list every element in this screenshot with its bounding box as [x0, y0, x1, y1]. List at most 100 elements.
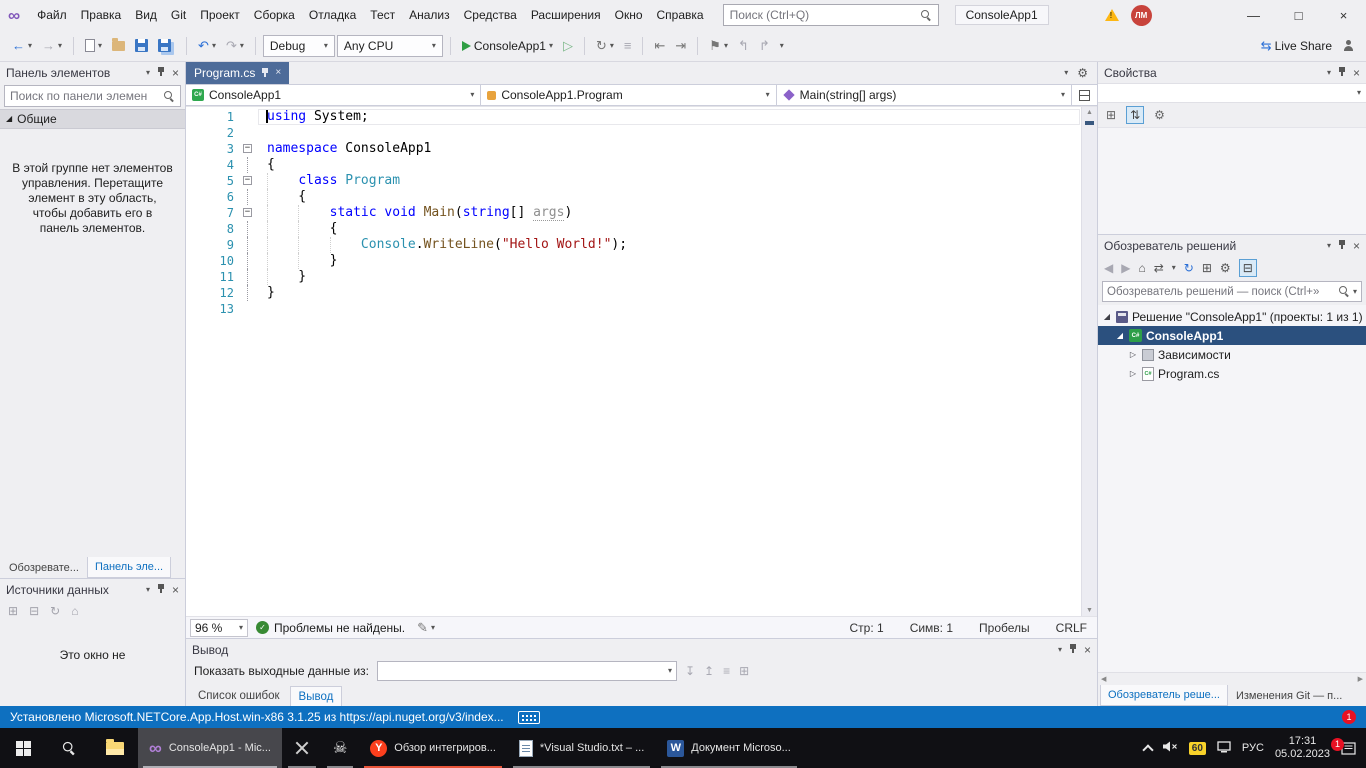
navigate-forward-button[interactable]: →▾: [38, 36, 66, 55]
line-number[interactable]: 1: [186, 109, 240, 125]
pin-icon[interactable]: [157, 67, 165, 78]
action-center-button[interactable]: 1: [1341, 742, 1356, 755]
collapse-region-icon[interactable]: −: [243, 176, 252, 185]
menu-item-8[interactable]: Анализ: [402, 5, 457, 25]
code-line-10[interactable]: 10 }: [186, 253, 1097, 269]
pin-icon[interactable]: [261, 68, 269, 79]
menu-item-3[interactable]: Git: [164, 5, 193, 25]
code-cleanup-button[interactable]: ✎ ▾: [413, 618, 439, 637]
line-number[interactable]: 6: [186, 189, 240, 205]
menu-item-9[interactable]: Средства: [457, 5, 524, 25]
volume-muted-icon[interactable]: [1163, 741, 1178, 755]
output-header[interactable]: Вывод ▾ ×: [186, 639, 1097, 660]
line-number[interactable]: 7: [186, 205, 240, 221]
line-number[interactable]: 4: [186, 157, 240, 173]
keyboard-icon[interactable]: [518, 711, 540, 724]
line-number[interactable]: 13: [186, 301, 240, 317]
indent-decrease-button[interactable]: ⇤: [650, 36, 669, 55]
new-file-button[interactable]: ▾: [81, 36, 106, 55]
line-number[interactable]: 8: [186, 221, 240, 237]
taskbar-app-swords[interactable]: [283, 728, 321, 768]
close-icon[interactable]: ×: [1084, 643, 1091, 657]
scroll-down-icon[interactable]: ▼: [1086, 607, 1093, 614]
tree-open-arrow-icon[interactable]: ◢: [1102, 313, 1112, 321]
data-sources-header[interactable]: Источники данных ▾ ×: [0, 579, 185, 600]
navigate-down-button[interactable]: ↱: [755, 36, 774, 55]
document-list-chevron-icon[interactable]: ▾: [1064, 69, 1068, 77]
menu-item-7[interactable]: Тест: [363, 5, 402, 25]
line-number[interactable]: 9: [186, 237, 240, 253]
tab-toolbox[interactable]: Панель эле...: [87, 557, 171, 578]
type-dropdown[interactable]: ConsoleApp1.Program ▾: [480, 84, 776, 106]
indent-increase-button[interactable]: ⇥: [671, 36, 690, 55]
tree-item-2[interactable]: ▷Зависимости: [1098, 345, 1366, 364]
hot-reload-button[interactable]: ↻▾: [592, 36, 618, 55]
editor-scrollbar[interactable]: ▲ ▼: [1081, 107, 1097, 616]
code-health-indicator[interactable]: ✓ Проблемы не найдены.: [256, 621, 405, 635]
properties-wrench-icon[interactable]: ⚙: [1220, 261, 1231, 275]
pin-icon[interactable]: [1338, 67, 1346, 78]
tree-closed-arrow-icon[interactable]: ▷: [1128, 351, 1138, 359]
tree-item-0[interactable]: ◢Решение "ConsoleApp1" (проекты: 1 из 1): [1098, 307, 1366, 326]
undo-button[interactable]: ↶▾: [194, 36, 220, 55]
status-eol[interactable]: CRLF: [1056, 621, 1087, 635]
taskbar-clock[interactable]: 17:31 05.02.2023: [1275, 735, 1330, 761]
taskbar-app-notepad[interactable]: *Visual Studio.txt – ...: [508, 728, 655, 768]
code-line-7[interactable]: 7− static void Main(string[] args): [186, 205, 1097, 221]
tab-solution-explorer[interactable]: Обозреватель реше...: [1100, 685, 1228, 706]
scroll-right-icon[interactable]: ▶: [1358, 675, 1363, 683]
break-all-button[interactable]: ≡: [620, 36, 636, 55]
start-button[interactable]: [0, 728, 46, 768]
scroll-up-icon[interactable]: ▲: [1086, 109, 1093, 116]
status-spaces[interactable]: Пробелы: [979, 621, 1030, 635]
categorized-icon[interactable]: ⊞: [1106, 108, 1116, 122]
notification-count-badge[interactable]: 1: [1342, 710, 1356, 724]
chevron-down-icon[interactable]: ▾: [1327, 242, 1331, 250]
open-file-button[interactable]: [108, 38, 129, 54]
network-icon[interactable]: [1217, 741, 1231, 756]
menu-item-6[interactable]: Отладка: [302, 5, 363, 25]
status-line[interactable]: Стр: 1: [850, 621, 884, 635]
menu-item-2[interactable]: Вид: [128, 5, 164, 25]
find-message-icon[interactable]: ↧: [685, 664, 695, 678]
navigate-up-button[interactable]: ↰: [734, 36, 753, 55]
toolbox-search-box[interactable]: [4, 85, 181, 107]
menu-item-10[interactable]: Расширения: [524, 5, 608, 25]
taskbar-search-button[interactable]: [46, 728, 92, 768]
collapse-region-icon[interactable]: −: [243, 144, 252, 153]
refresh-icon[interactable]: ↻: [50, 604, 60, 618]
quick-search-box[interactable]: [723, 4, 939, 26]
solution-search-input[interactable]: [1107, 286, 1336, 298]
save-button[interactable]: [131, 36, 152, 55]
menu-item-12[interactable]: Справка: [650, 5, 711, 25]
solution-explorer-header[interactable]: Обозреватель решений ▾ ×: [1098, 235, 1366, 256]
tab-error-list[interactable]: Список ошибок: [190, 686, 288, 706]
tab-program-cs[interactable]: Program.cs ×: [186, 62, 289, 84]
alphabetical-sort-icon[interactable]: ⇅: [1126, 106, 1144, 124]
close-icon[interactable]: ×: [275, 68, 281, 78]
properties-header[interactable]: Свойства ▾ ×: [1098, 62, 1366, 83]
code-line-6[interactable]: 6 {: [186, 189, 1097, 205]
line-number[interactable]: 12: [186, 285, 240, 301]
line-number[interactable]: 5: [186, 173, 240, 189]
quick-search-input[interactable]: [730, 8, 917, 22]
close-icon[interactable]: ×: [172, 66, 179, 80]
taskbar-app-skull[interactable]: ☠: [322, 728, 358, 768]
show-hidden-icons-chevron[interactable]: [1142, 744, 1153, 755]
taskbar-app-word[interactable]: WДокумент Microso...: [656, 728, 802, 768]
live-share-button[interactable]: ⇆Live Share: [1257, 36, 1336, 56]
code-editor[interactable]: 1using System;23−namespace ConsoleApp14{…: [186, 107, 1097, 616]
tab-output[interactable]: Вывод: [290, 686, 343, 706]
chevron-down-icon[interactable]: ▾: [146, 586, 150, 594]
code-line-13[interactable]: 13: [186, 301, 1097, 317]
word-wrap-icon[interactable]: ≡: [723, 664, 730, 678]
output-source-dropdown[interactable]: ▾: [377, 661, 677, 681]
toolbox-header[interactable]: Панель элементов ▾ ×: [0, 62, 185, 83]
menu-item-0[interactable]: Файл: [30, 5, 74, 25]
home-icon[interactable]: ⌂: [1138, 261, 1145, 275]
line-number[interactable]: 10: [186, 253, 240, 269]
pin-icon[interactable]: [157, 584, 165, 595]
menu-item-11[interactable]: Окно: [608, 5, 650, 25]
warning-notification-icon[interactable]: !: [1105, 9, 1119, 21]
show-all-files-icon[interactable]: ⊞: [1202, 261, 1212, 275]
